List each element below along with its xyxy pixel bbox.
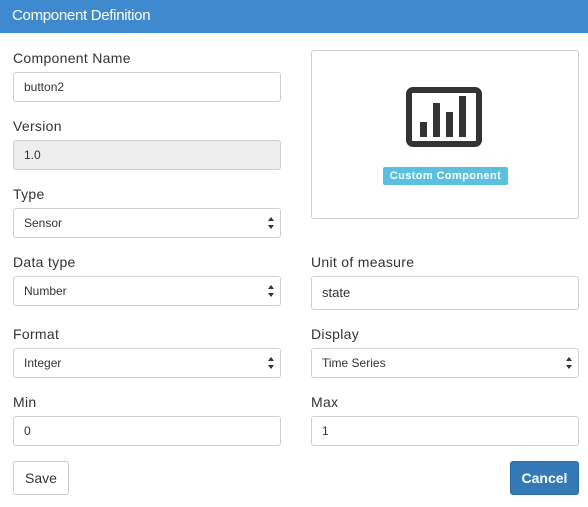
unit-of-measure-label: Unit of measure [311, 254, 415, 270]
display-value: Time Series [322, 356, 386, 370]
data-type-value: Number [24, 284, 67, 298]
unit-of-measure-input[interactable]: state [311, 276, 579, 310]
max-input[interactable]: 1 [311, 416, 579, 446]
bar-chart-icon [406, 87, 482, 147]
max-value: 1 [322, 424, 329, 438]
display-label: Display [311, 326, 360, 342]
custom-component-badge: Custom Component [383, 167, 508, 185]
max-label: Max [311, 394, 339, 410]
dialog-title: Component Definition [12, 7, 151, 24]
component-name-label: Component Name [13, 50, 131, 66]
select-arrows-icon [268, 357, 274, 369]
save-button[interactable]: Save [13, 461, 69, 495]
type-label: Type [13, 186, 45, 202]
component-preview: Custom Component [311, 50, 579, 219]
unit-of-measure-value: state [322, 285, 351, 300]
select-arrows-icon [268, 217, 274, 229]
dialog-header: Component Definition [0, 0, 588, 33]
version-value: 1.0 [24, 148, 41, 162]
type-value: Sensor [24, 216, 63, 230]
format-select[interactable]: Integer [13, 348, 281, 378]
select-arrows-icon [268, 285, 274, 297]
component-name-input[interactable]: button2 [13, 72, 281, 102]
select-arrows-icon [566, 357, 572, 369]
version-input: 1.0 [13, 140, 281, 170]
format-label: Format [13, 326, 60, 342]
version-label: Version [13, 118, 62, 134]
component-name-value: button2 [24, 80, 65, 94]
cancel-button[interactable]: Cancel [510, 461, 579, 495]
min-label: Min [13, 394, 37, 410]
format-value: Integer [24, 356, 62, 370]
type-select[interactable]: Sensor [13, 208, 281, 238]
data-type-label: Data type [13, 254, 76, 270]
min-input[interactable]: 0 [13, 416, 281, 446]
data-type-select[interactable]: Number [13, 276, 281, 306]
min-value: 0 [24, 424, 31, 438]
display-select[interactable]: Time Series [311, 348, 579, 378]
